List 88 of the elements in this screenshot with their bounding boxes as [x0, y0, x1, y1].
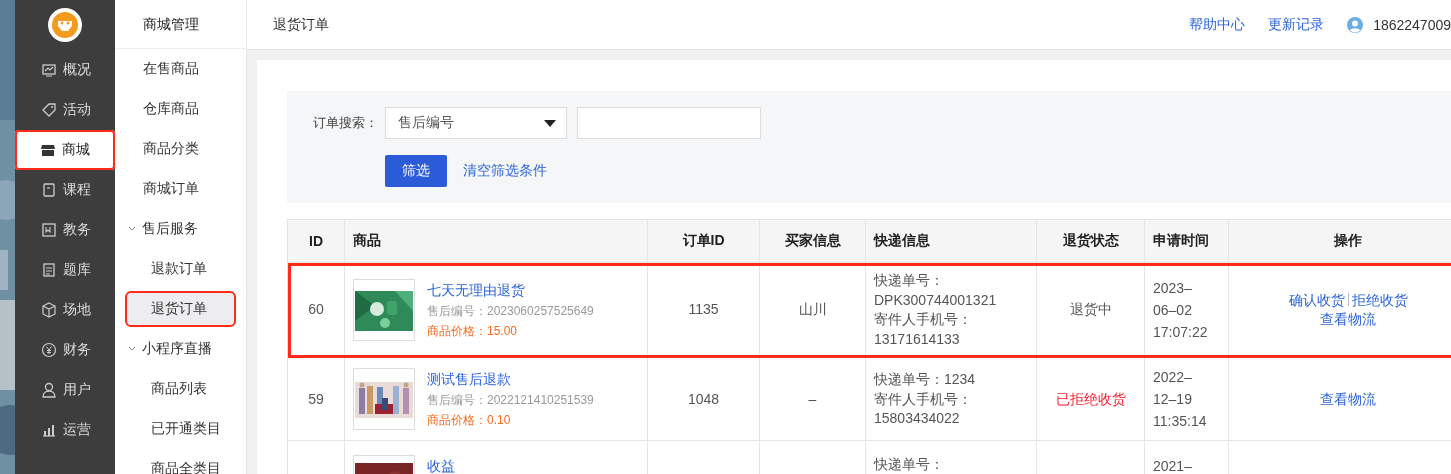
return-status: 已拒绝收货 — [1055, 390, 1126, 407]
nav-item[interactable]: 商城 — [15, 130, 115, 170]
nav-item[interactable]: 运营 — [15, 410, 115, 450]
express-info: 快递单号：DPK300744001321 — [874, 271, 998, 310]
search-field[interactable] — [577, 107, 761, 139]
apply-time: 11:35:14 — [1153, 412, 1208, 432]
express-info: 寄件人手机号：13171614133 — [874, 310, 973, 349]
order-id-cell: 1048 — [687, 390, 720, 407]
nav-item[interactable]: 课程 — [15, 170, 115, 210]
shop-icon — [40, 142, 56, 158]
yen-icon — [41, 342, 57, 358]
column-header: ID — [287, 219, 345, 263]
submenu-item[interactable]: 已开通类目 — [115, 409, 246, 449]
product-link[interactable]: 七天无理由退货 — [427, 279, 594, 302]
product-link[interactable]: 测试售后退款 — [427, 368, 594, 391]
search-type-dropdown[interactable]: 售后编号 — [385, 107, 567, 139]
apply-time: 2021– — [1153, 457, 1193, 474]
nav-item[interactable]: 教务 — [15, 210, 115, 250]
nav-item[interactable]: 概况 — [15, 50, 115, 90]
table-row[interactable]: 59 测试售后退款 售后编号：2022121410251539 商品价格：0.10 1048 – 快递单号：1234 寄件人手机号：15803434022 已拒绝收货 2022– 12–19 11:35:14 查看物流 — [287, 357, 1451, 441]
order-id-cell: 1135 — [688, 301, 719, 318]
product-price: 商品价格：0.10 — [427, 412, 512, 430]
monitor-icon — [41, 62, 57, 78]
submenu-item[interactable]: 退货订单 — [127, 293, 234, 325]
submenu-item[interactable]: 商品分类 — [115, 129, 246, 169]
id-cell: 59 — [308, 390, 324, 407]
column-header: 退货状态 — [1036, 219, 1145, 263]
cube-icon — [41, 302, 57, 318]
submenu-item[interactable]: 商品全类目 — [115, 449, 246, 474]
action-link[interactable]: 查看物流 — [1320, 390, 1376, 407]
column-header: 申请时间 — [1144, 219, 1229, 263]
table-row[interactable]: 60 七天无理由退货 售后编号：2023060257525649 商品价格：15.00 1135 山川 快递单号：DPK300744001321 寄件人手机号：13171614133 退货中 2023– 06–02 17:07:22 确认收货 拒绝收货 查看物流 — [287, 262, 1451, 358]
buyer-cell: 山川 — [798, 301, 827, 318]
nav-item[interactable]: 活动 — [15, 90, 115, 130]
express-info: 寄件人手机号：15803434022 — [874, 389, 973, 429]
buyer-cell: – — [808, 390, 817, 407]
nav-item[interactable]: 场地 — [15, 290, 115, 330]
submenu-group[interactable]: 小程序直播 — [115, 329, 246, 369]
express-info: 快递单号： — [874, 455, 945, 474]
submenu-item[interactable]: 仓库商品 — [115, 89, 246, 129]
id-cell: 60 — [308, 301, 324, 318]
column-header: 买家信息 — [759, 219, 866, 263]
submenu-item[interactable]: 在售商品 — [115, 49, 246, 89]
apply-time: 06–02 — [1153, 301, 1193, 321]
user-icon — [41, 382, 57, 398]
submenu-group[interactable]: 售后服务 — [115, 209, 246, 249]
book-icon — [41, 182, 57, 198]
apply-time: 12–19 — [1153, 390, 1193, 410]
after-sale-number: 售后编号：2022121410251539 — [427, 392, 594, 410]
document-icon — [41, 262, 57, 278]
chevron-icon — [128, 345, 136, 353]
page-title: 退货订单 — [273, 15, 330, 34]
submenu-item[interactable]: 退款订单 — [115, 249, 246, 289]
tag-icon — [41, 102, 57, 118]
action-link[interactable]: 确认收货 — [1288, 291, 1345, 308]
submenu-item[interactable]: 商品列表 — [115, 369, 246, 409]
avatar-icon — [1347, 16, 1364, 33]
nav-item[interactable]: 用户 — [15, 370, 115, 410]
column-header: 订单ID — [647, 219, 760, 263]
submenu-item[interactable]: 商城订单 — [115, 169, 246, 209]
caret-icon — [544, 119, 556, 127]
header-link[interactable]: 更新记录 — [1268, 15, 1325, 32]
search-label: 订单搜索： — [313, 114, 375, 132]
header-link[interactable]: 帮助中心 — [1189, 15, 1246, 32]
clear-filters-link[interactable]: 清空筛选条件 — [463, 162, 547, 180]
product-price: 商品价格：15.00 — [427, 323, 519, 341]
submenu-title: 商城管理 — [115, 0, 246, 49]
nav-item[interactable]: 题库 — [15, 250, 115, 290]
action-link[interactable]: 拒绝收货 — [1351, 291, 1408, 308]
apply-time: 2023– — [1153, 279, 1193, 299]
chevron-icon — [128, 225, 136, 233]
table-row[interactable]: 收益 快递单号： 2021– — [287, 440, 1451, 474]
product-link[interactable]: 收益 — [427, 455, 455, 474]
filter-button[interactable]: 筛选 — [385, 155, 447, 187]
logo-icon — [47, 7, 83, 43]
apply-time: 2022– — [1153, 368, 1193, 388]
board-icon — [41, 222, 57, 238]
nav-item[interactable]: 财务 — [15, 330, 115, 370]
return-status: 退货中 — [1069, 301, 1112, 318]
express-info: 快递单号：1234 — [874, 370, 977, 389]
action-link[interactable]: 查看物流 — [1320, 311, 1376, 328]
bar-chart-icon — [41, 422, 57, 438]
user-phone[interactable]: 1862247009 — [1373, 16, 1451, 33]
apply-time: 17:07:22 — [1153, 323, 1209, 343]
after-sale-number: 售后编号：2023060257525649 — [427, 303, 594, 321]
column-header: 商品 — [344, 219, 648, 263]
column-header: 快递信息 — [865, 219, 1037, 263]
column-header: 操作 — [1228, 219, 1451, 263]
